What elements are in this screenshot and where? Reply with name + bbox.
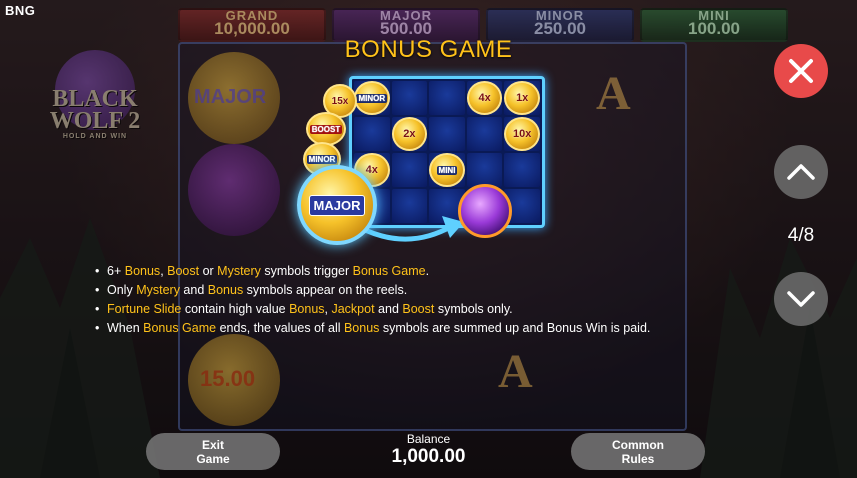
bonus-cell <box>466 153 503 187</box>
bonus-cell <box>429 117 465 151</box>
bonus-game-title: BONUS GAME <box>344 36 513 63</box>
provider-logo: BNG <box>5 3 36 18</box>
balance-label: Balance <box>406 432 451 446</box>
coin-1x: 1x <box>504 81 540 115</box>
chevron-down-icon <box>787 291 815 307</box>
reel-major-label: MAJOR <box>194 86 267 108</box>
rules-label-line1: Common <box>612 437 664 452</box>
coin-mini: MINI <box>429 153 465 187</box>
bonus-cell: 10x <box>504 117 540 151</box>
rule-item: Fortune Slide contain high value Bonus, … <box>95 300 650 319</box>
coin-minor: MINOR <box>354 81 390 115</box>
bonus-cell: 2x <box>391 117 428 151</box>
coin-4x: 4x <box>466 81 503 115</box>
major-coin: MAJOR <box>297 165 377 245</box>
bonus-cell <box>429 81 465 115</box>
bonus-cell: 1x <box>504 81 540 115</box>
bonus-cell: 4x <box>466 81 503 115</box>
previous-page-button[interactable] <box>774 145 828 199</box>
logo-line2: WOLF 2 <box>49 108 141 134</box>
reel-symbol-a-top: A <box>596 67 631 120</box>
bonus-cell: MINOR <box>354 81 390 115</box>
game-logo: BLACK WOLF 2 HOLD AND WIN <box>30 50 160 155</box>
balance-value: 1,000.00 <box>391 446 466 467</box>
bonus-cell <box>391 81 428 115</box>
reel-symbol-a-bottom: A <box>498 345 533 398</box>
bonus-cell <box>504 153 540 187</box>
bonus-cell <box>466 117 503 151</box>
logo-line1: BLACK <box>52 86 138 112</box>
mystery-orb <box>458 184 512 238</box>
slide-coin-boost: BOOST <box>306 112 346 146</box>
rule-item: 6+ Bonus, Boost or Mystery symbols trigg… <box>95 262 650 281</box>
rule-item: Only Mystery and Bonus symbols appear on… <box>95 281 650 300</box>
bonus-cell <box>391 153 428 187</box>
page-indicator: 4/8 <box>787 225 815 246</box>
rules-label-line2: Rules <box>621 451 655 466</box>
close-button[interactable] <box>774 44 828 98</box>
next-page-button[interactable] <box>774 272 828 326</box>
bonus-cell: MINI <box>429 153 465 187</box>
common-rules-button[interactable]: Common Rules <box>571 433 705 470</box>
coin-10x: 10x <box>504 117 540 151</box>
reel-coin-value: 15.00 <box>200 366 256 391</box>
arrow-icon <box>362 216 464 242</box>
chevron-up-icon <box>787 164 815 180</box>
coin-2x: 2x <box>391 117 428 151</box>
rules-list: 6+ Bonus, Boost or Mystery symbols trigg… <box>95 262 650 338</box>
rule-item: When Bonus Game ends, the values of all … <box>95 319 650 338</box>
reel-purple-moon <box>188 144 280 236</box>
logo-title: BLACK WOLF 2 HOLD AND WIN <box>30 86 160 141</box>
close-icon <box>789 59 813 83</box>
bonus-grid: MINOR 4x 1x 2x 10x 4x MINI <box>349 76 545 228</box>
bonus-cell <box>354 117 390 151</box>
